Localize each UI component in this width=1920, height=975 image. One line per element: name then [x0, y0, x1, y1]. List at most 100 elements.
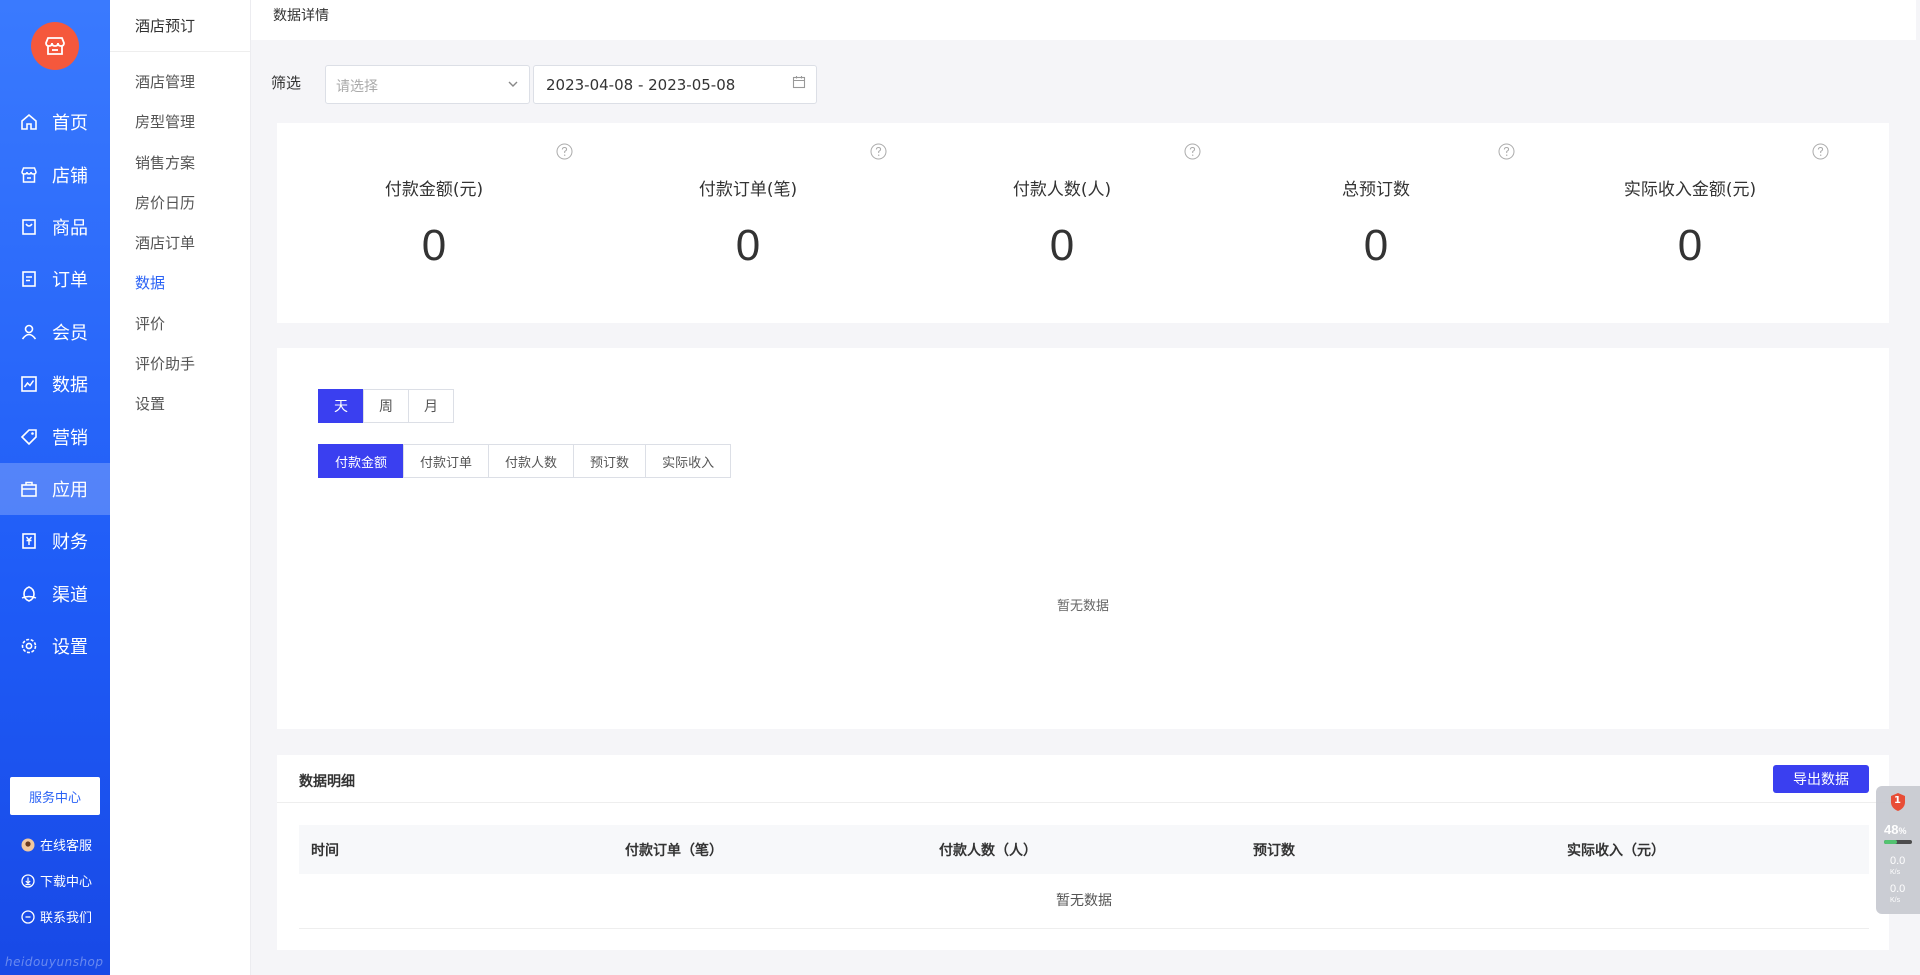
column-payment-orders[interactable]: 付款订单（笔） — [613, 840, 927, 860]
system-monitor-widget[interactable]: 1 48% 0.0 K/s 0.0 K/s — [1876, 786, 1920, 914]
table-header: 时间 付款订单（笔） 付款人数（人） 预订数 实际收入（元） — [299, 825, 1869, 874]
nav-item-home[interactable]: 首页 — [0, 96, 110, 148]
column-actual-income[interactable]: 实际收入（元） — [1555, 840, 1869, 860]
download-center-link[interactable]: 下载中心 — [20, 871, 92, 890]
nav-item-order[interactable]: 订单 — [0, 253, 110, 305]
subnav-item-sales-plan[interactable]: 销售方案 — [110, 143, 250, 183]
upload-speed-value: 0.0 — [1890, 855, 1906, 867]
stat-value: 0 — [421, 221, 447, 270]
tab-payment-amount[interactable]: 付款金额 — [318, 444, 405, 478]
tab-day[interactable]: 天 — [318, 389, 364, 423]
subnav-item-data[interactable]: 数据 — [110, 263, 250, 303]
store-logo[interactable] — [31, 22, 79, 70]
tab-actual-income[interactable]: 实际收入 — [645, 444, 732, 478]
subnav-item-hotel-orders[interactable]: 酒店订单 — [110, 223, 250, 263]
secondary-sidebar: 酒店预订 酒店管理 房型管理 销售方案 房价日历 酒店订单 数据 评价 评价助手… — [110, 0, 251, 975]
stat-payment-amount: 付款金额(元) 0 — [277, 123, 591, 323]
online-support-link[interactable]: 在线客服 — [20, 835, 92, 854]
cpu-value: 48 — [1884, 822, 1899, 837]
subnav-item-price-calendar[interactable]: 房价日历 — [110, 183, 250, 223]
stat-label: 付款人数(人) — [1012, 180, 1112, 200]
nav-label: 财务 — [52, 532, 88, 554]
nav-label: 订单 — [52, 270, 88, 292]
service-center-button[interactable]: 服务中心 — [10, 777, 100, 815]
column-bookings[interactable]: 预订数 — [1241, 840, 1555, 860]
cpu-unit: % — [1898, 826, 1907, 836]
date-range-picker[interactable]: 2023-04-08 - 2023-05-08 — [533, 65, 817, 104]
nav-item-goods[interactable]: 商品 — [0, 201, 110, 253]
stat-label: 付款订单(笔) — [698, 180, 798, 200]
tab-month[interactable]: 月 — [408, 389, 454, 423]
column-payers[interactable]: 付款人数（人） — [927, 840, 1241, 860]
stat-label: 付款金额(元) — [384, 180, 484, 200]
speed-unit: K/s — [1890, 897, 1901, 904]
chart-icon — [18, 373, 40, 395]
page-title: 数据详情 — [273, 8, 329, 24]
download-speed: 0.0 K/s — [1890, 884, 1905, 906]
subnav-item-settings[interactable]: 设置 — [110, 384, 250, 424]
table-empty-text: 暂无数据 — [299, 874, 1869, 929]
nav-item-app[interactable]: 应用 — [0, 462, 110, 516]
help-icon[interactable] — [556, 143, 573, 160]
speed-unit: K/s — [1890, 869, 1901, 876]
help-icon[interactable] — [1498, 143, 1515, 160]
select-placeholder: 请选择 — [336, 79, 378, 95]
stat-value: 0 — [1363, 221, 1389, 270]
nav-item-settings[interactable]: 设置 — [0, 620, 110, 672]
stats-card: 付款金额(元) 0 付款订单(笔) 0 付款人数(人) 0 总预订数 0 实际收… — [277, 123, 1889, 323]
download-speed-value: 0.0 — [1890, 883, 1906, 895]
cpu-usage-bar — [1884, 840, 1912, 844]
tag-icon — [18, 426, 40, 448]
upload-speed: 0.0 K/s — [1890, 856, 1905, 878]
nav-label: 营销 — [52, 427, 88, 449]
nav-label: 首页 — [52, 113, 88, 135]
nav-item-marketing[interactable]: 营销 — [0, 410, 110, 462]
subnav-item-hotel-manage[interactable]: 酒店管理 — [110, 62, 250, 102]
channel-icon — [18, 583, 40, 605]
nav-label: 数据 — [52, 375, 88, 397]
nav-label: 应用 — [52, 479, 88, 501]
tab-payers[interactable]: 付款人数 — [488, 444, 575, 478]
nav-label: 商品 — [52, 217, 88, 239]
nav-item-finance[interactable]: 财务 — [0, 515, 110, 567]
alert-badge: 1 — [1894, 795, 1901, 806]
tab-bookings[interactable]: 预订数 — [573, 444, 647, 478]
subnav-item-reviews[interactable]: 评价 — [110, 304, 250, 344]
app-icon — [18, 478, 40, 500]
nav-item-channel[interactable]: 渠道 — [0, 568, 110, 620]
help-icon[interactable] — [870, 143, 887, 160]
stat-value: 0 — [1677, 221, 1703, 270]
stat-label: 总预订数 — [1342, 180, 1410, 200]
stat-total-bookings: 总预订数 0 — [1219, 123, 1533, 323]
subnav-item-room-type[interactable]: 房型管理 — [110, 102, 250, 142]
help-icon[interactable] — [1812, 143, 1829, 160]
trend-chart-card: 天 周 月 付款金额 付款订单 付款人数 预订数 实际收入 暂无数据 — [277, 348, 1889, 729]
filter-select[interactable]: 请选择 — [325, 65, 530, 104]
download-icon — [20, 873, 36, 889]
export-data-button[interactable]: 导出数据 — [1773, 765, 1869, 793]
chart-empty-text: 暂无数据 — [1056, 599, 1109, 614]
subnav-item-review-assistant[interactable]: 评价助手 — [110, 344, 250, 384]
detail-title: 数据明细 — [299, 774, 355, 790]
store-icon — [18, 164, 40, 186]
data-detail-card: 数据明细 导出数据 时间 付款订单（笔） 付款人数（人） 预订数 实际收入（元）… — [277, 755, 1889, 950]
divider — [277, 802, 1889, 803]
nav-label: 渠道 — [52, 584, 88, 606]
nav-label: 设置 — [52, 637, 88, 659]
subnav-title: 酒店预订 — [110, 0, 250, 52]
nav-item-member[interactable]: 会员 — [0, 306, 110, 358]
contact-us-link[interactable]: 联系我们 — [20, 907, 92, 926]
column-time[interactable]: 时间 — [299, 840, 613, 860]
nav-label: 店铺 — [52, 165, 88, 187]
tab-week[interactable]: 周 — [363, 389, 409, 423]
shop-icon — [45, 37, 65, 55]
order-icon — [18, 268, 40, 290]
date-range-value: 2023-04-08 - 2023-05-08 — [546, 76, 736, 94]
help-icon[interactable] — [1184, 143, 1201, 160]
stat-actual-income: 实际收入金额(元) 0 — [1533, 123, 1847, 323]
cpu-usage: 48% — [1884, 822, 1906, 837]
tab-payment-orders[interactable]: 付款订单 — [403, 444, 490, 478]
nav-item-store[interactable]: 店铺 — [0, 148, 110, 200]
nav-item-data[interactable]: 数据 — [0, 358, 110, 410]
contact-us-label: 联系我们 — [40, 911, 93, 926]
